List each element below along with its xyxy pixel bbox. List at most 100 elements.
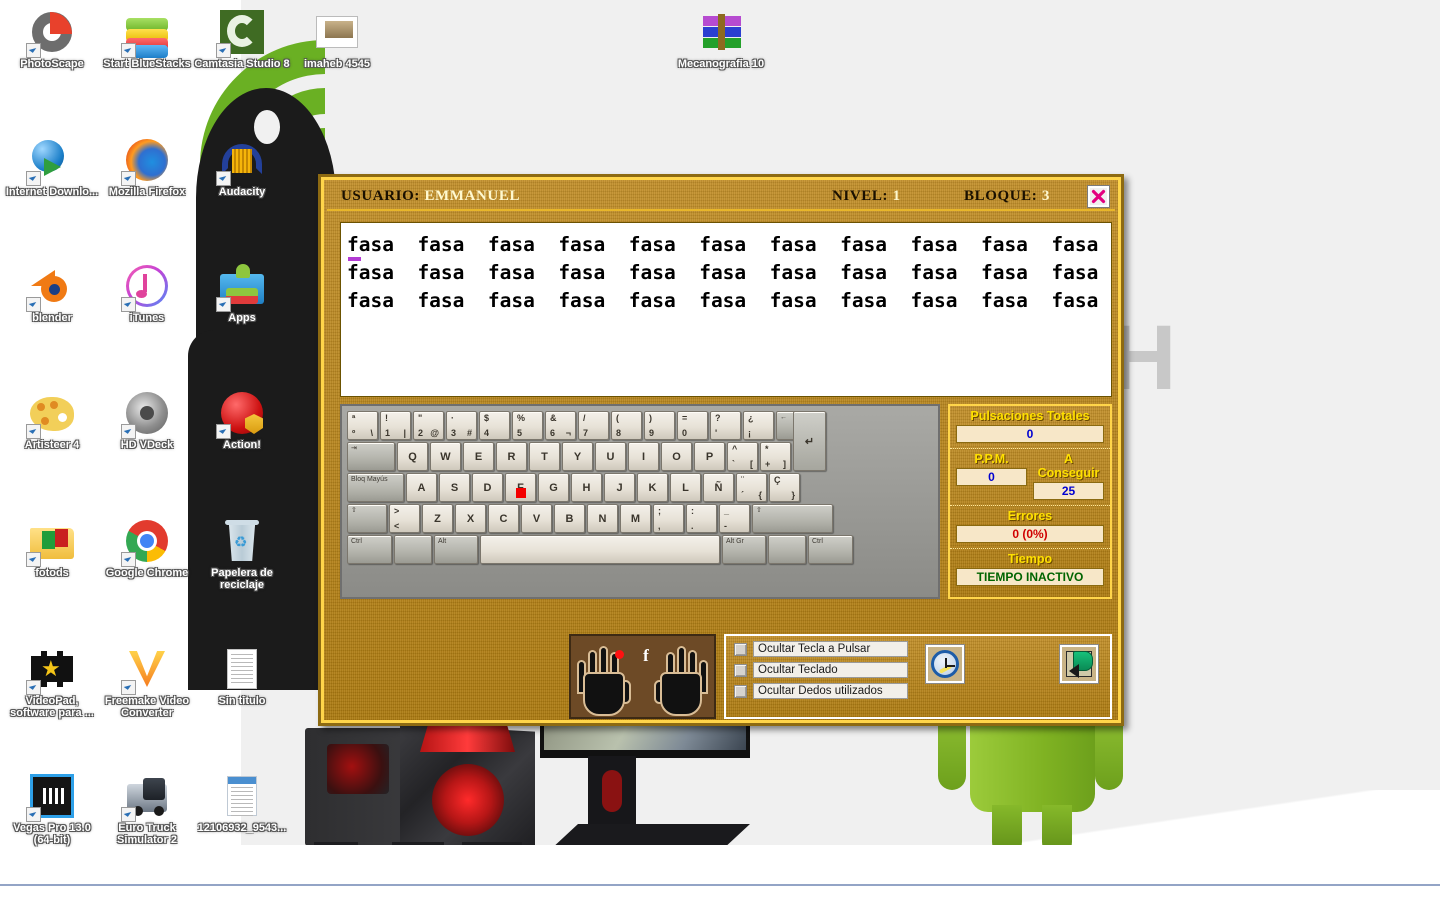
desktop-icon-12106932-9543[interactable]: 12106932_9543...: [194, 772, 290, 834]
key-8[interactable]: (8: [611, 411, 642, 440]
desktop-icon-videopad-software-para[interactable]: ★ VideoPad, software para ...: [4, 645, 100, 719]
close-icon[interactable]: [1088, 186, 1109, 207]
desktop-icon-hd-vdeck[interactable]: HD VDeck: [99, 389, 195, 451]
option-label[interactable]: Ocultar Teclado: [753, 662, 908, 678]
typing-text-area[interactable]: fasa fasa fasa fasa fasa fasa fasa fasa …: [340, 222, 1112, 397]
key-u[interactable]: U: [595, 442, 626, 471]
key-ctrl[interactable]: Ctrl: [347, 535, 392, 564]
ppm-value: 0: [956, 468, 1027, 486]
key-b[interactable]: B: [554, 504, 585, 533]
desktop-icon-camtasia-studio-8[interactable]: Camtasia Studio 8: [194, 8, 290, 70]
clock-icon[interactable]: [926, 645, 964, 683]
desktop-icon-label: Camtasia Studio 8: [194, 58, 290, 70]
key-bloq-mays[interactable]: Bloq Mayús: [347, 473, 404, 502]
desktop-icon-start-bluestacks[interactable]: Start BlueStacks: [99, 8, 195, 70]
key-s[interactable]: S: [439, 473, 470, 502]
key-f[interactable]: F: [505, 473, 536, 502]
key-q[interactable]: Q: [397, 442, 428, 471]
key-a[interactable]: A: [406, 473, 437, 502]
desktop-icon-action[interactable]: Action!: [194, 389, 290, 451]
key-5[interactable]: % 5: [512, 411, 543, 440]
key-[interactable]: * +]: [760, 442, 791, 471]
key-x[interactable]: X: [455, 504, 486, 533]
key-e[interactable]: E: [463, 442, 494, 471]
key-c[interactable]: C: [488, 504, 519, 533]
desktop-icon-euro-truck-simulator-2[interactable]: Euro Truck Simulator 2: [99, 772, 195, 846]
key-r[interactable]: R: [496, 442, 527, 471]
desktop-icon-sin-titulo[interactable]: Sin titulo: [194, 645, 290, 707]
key-[interactable]: ↵: [793, 411, 826, 471]
key-l[interactable]: L: [670, 473, 701, 502]
key-[interactable]: ^ `[: [727, 442, 758, 471]
checkbox-ocultar-tecla-a-pulsar[interactable]: [734, 642, 747, 656]
key-m[interactable]: M: [620, 504, 651, 533]
desktop-icon-blender[interactable]: blender: [4, 262, 100, 324]
exit-door-icon[interactable]: [1060, 645, 1098, 683]
key-space[interactable]: [480, 535, 720, 564]
desktop-icon-imaheb-4545[interactable]: imaheb 4545: [289, 8, 385, 70]
checkbox-ocultar-teclado[interactable]: [734, 663, 747, 677]
desktop-icon-google-chrome[interactable]: Google Chrome: [99, 517, 195, 579]
key-[interactable]: ¿ ¡: [743, 411, 774, 440]
option-label[interactable]: Ocultar Tecla a Pulsar: [753, 641, 908, 657]
checkbox-ocultar-dedos-utilizados[interactable]: [734, 684, 747, 698]
key-[interactable]: ⇧: [752, 504, 833, 533]
key-2[interactable]: " 2 @: [413, 411, 444, 440]
key-j[interactable]: J: [604, 473, 635, 502]
key-z[interactable]: Z: [422, 504, 453, 533]
key-g[interactable]: G: [538, 473, 569, 502]
key-[interactable]: :.: [686, 504, 717, 533]
key-[interactable]: ⇧: [347, 504, 387, 533]
key-[interactable]: ª º \: [347, 411, 378, 440]
key-1[interactable]: ! 1 |: [380, 411, 411, 440]
key-k[interactable]: K: [637, 473, 668, 502]
key-y[interactable]: Y: [562, 442, 593, 471]
desktop-icon-artisteer-4[interactable]: Artisteer 4: [4, 389, 100, 451]
key-[interactable]: ;,: [653, 504, 684, 533]
stat-errores: Errores 0 (0%): [950, 506, 1110, 549]
key-o[interactable]: O: [661, 442, 692, 471]
action-recorder-icon: [216, 389, 266, 439]
onscreen-keyboard[interactable]: ª º \! 1 | " 2 @ · 3 # $4% 5 & 6 ¬/7(8) 9 = 0? ' ¿ ¡ ← ⇥ Q W E R T Y U…: [340, 404, 940, 599]
key-t[interactable]: T: [529, 442, 560, 471]
desktop-icon-papelera-de-reciclaje[interactable]: ♻ Papelera de reciclaje: [194, 517, 290, 591]
mecanografia-window[interactable]: USUARIO: EMMANUEL NIVEL: 1 BLOQUE: 3 fas…: [318, 174, 1124, 726]
option-label[interactable]: Ocultar Dedos utilizados: [753, 683, 908, 699]
desktop-icon-mozilla-firefox[interactable]: Mozilla Firefox: [99, 136, 195, 198]
key-[interactable]: ¨ ´{: [736, 473, 767, 502]
key-alt[interactable]: Alt: [434, 535, 478, 564]
desktop-icon-photoscape[interactable]: PhotoScape: [4, 8, 100, 70]
key-0[interactable]: = 0: [677, 411, 708, 440]
shortcut-arrow-icon: [121, 297, 136, 312]
key--[interactable]: _ -: [719, 504, 750, 533]
desktop-icon-apps[interactable]: Apps: [194, 262, 290, 324]
key-d[interactable]: D: [472, 473, 503, 502]
key-space[interactable]: [394, 535, 432, 564]
key-n[interactable]: N: [587, 504, 618, 533]
key-7[interactable]: /7: [578, 411, 609, 440]
key-[interactable]: ⇥: [347, 442, 395, 471]
desktop-icon-internet-downlo[interactable]: Internet Downlo...: [4, 136, 100, 198]
key-space[interactable]: [768, 535, 806, 564]
key-9[interactable]: ) 9: [644, 411, 675, 440]
key-ñ[interactable]: Ñ: [703, 473, 734, 502]
desktop-icon-mecanografia-10[interactable]: Mecanografia 10: [673, 8, 769, 70]
desktop-icon-freemake-video-converter[interactable]: Freemake Video Converter: [99, 645, 195, 719]
key-[interactable]: > <: [389, 504, 420, 533]
key-6[interactable]: & 6 ¬: [545, 411, 576, 440]
desktop-icon-vegas-pro-13-0-64-bit[interactable]: Vegas Pro 13.0 (64-bit): [4, 772, 100, 846]
desktop-icon-itunes[interactable]: iTunes: [99, 262, 195, 324]
key-w[interactable]: W: [430, 442, 461, 471]
key-h[interactable]: H: [571, 473, 602, 502]
key-ctrl[interactable]: Ctrl: [808, 535, 853, 564]
key-ç[interactable]: Ç}: [769, 473, 800, 502]
desktop-icon-fotods[interactable]: fotods: [4, 517, 100, 579]
key-[interactable]: ? ': [710, 411, 741, 440]
key-v[interactable]: V: [521, 504, 552, 533]
key-3[interactable]: · 3 #: [446, 411, 477, 440]
key-i[interactable]: I: [628, 442, 659, 471]
key-p[interactable]: P: [694, 442, 725, 471]
key-alt-gr[interactable]: Alt Gr: [722, 535, 766, 564]
key-4[interactable]: $4: [479, 411, 510, 440]
desktop-icon-audacity[interactable]: Audacity: [194, 136, 290, 198]
